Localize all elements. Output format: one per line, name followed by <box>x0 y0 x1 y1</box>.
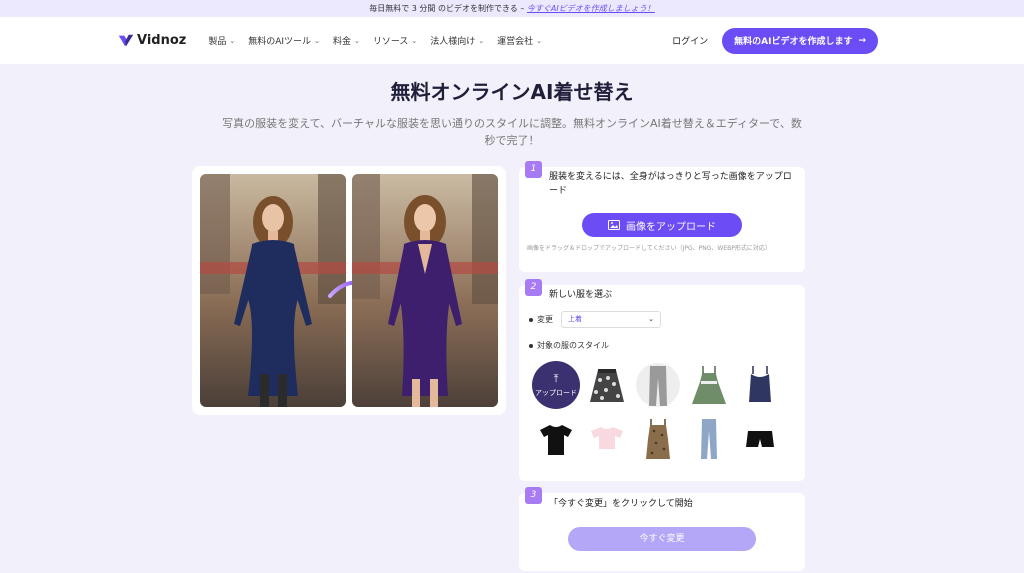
nav-company[interactable]: 運営会社 ⌄ <box>497 34 543 48</box>
black-shorts-icon <box>746 431 774 447</box>
woman-purple-dress-image <box>352 174 498 407</box>
upload-image-label: 画像をアップロード <box>626 221 716 233</box>
promo-banner: 毎日無料で 3 分間 のビデオを制作できる – 今すぐAIビデオを作成しましょう… <box>0 0 1024 17</box>
image-icon <box>608 220 620 230</box>
chevron-down-icon: ⌄ <box>536 36 543 45</box>
create-video-button[interactable]: 無料のAIビデオを作成します → <box>722 27 878 54</box>
step-2-title: 新しい服を選ぶ <box>549 290 613 300</box>
green-dress-icon <box>692 366 726 404</box>
leopard-dress-icon <box>646 419 670 459</box>
upload-clothing-label: アップロード <box>535 389 577 397</box>
logo-text: Vidnoz <box>137 33 187 48</box>
step-2-panel: 2 新しい服を選ぶ 変更 上着 ⌄ 対象の服のスタイル ⤒ アップロード <box>519 279 805 481</box>
clothing-type-value: 上着 <box>568 315 582 323</box>
clothing-item-pink-top[interactable] <box>583 415 631 463</box>
clothing-type-select[interactable]: 上着 ⌄ <box>561 311 661 328</box>
upload-hint: 画像をドラッグ＆ドロップでアップロードしてください（JPG、PNG、WEBP形式… <box>527 245 771 252</box>
clothing-grid: ⤒ アップロード <box>532 361 794 463</box>
clothing-item-shorts[interactable] <box>736 415 784 463</box>
clothing-item-tank[interactable] <box>736 361 784 409</box>
clothing-item-tshirt[interactable] <box>532 415 580 463</box>
black-tshirt-icon <box>540 425 572 455</box>
arrow-right-icon: → <box>858 35 866 46</box>
after-photo <box>352 174 498 407</box>
change-row-label: 変更 <box>529 314 553 325</box>
step-2-badge: 2 <box>525 279 542 296</box>
grey-pants-icon <box>636 363 680 407</box>
nav-pricing[interactable]: 料金 ⌄ <box>333 34 360 48</box>
upload-image-button[interactable]: 画像をアップロード <box>582 213 742 237</box>
promo-text: 毎日無料で 3 分間 のビデオを制作できる – <box>369 4 525 13</box>
before-photo <box>200 174 346 407</box>
nav-free-ai-tools[interactable]: 無料のAIツール ⌄ <box>248 34 320 48</box>
main-nav: Vidnoz 製品 ⌄ 無料のAIツール ⌄ 料金 ⌄ リソース ⌄ 法人様向け ⌄ 運営… <box>0 17 1024 64</box>
nav-products[interactable]: 製品 ⌄ <box>208 34 236 48</box>
chevron-down-icon: ⌄ <box>648 315 654 323</box>
upload-clothing-button[interactable]: ⤒ アップロード <box>532 361 580 409</box>
nav-business[interactable]: 法人様向け ⌄ <box>430 34 485 48</box>
step-3-title: 「今すぐ変更」をクリックして開始 <box>549 499 693 509</box>
demo-before-after <box>192 166 506 415</box>
step-1-badge: 1 <box>525 161 542 178</box>
change-now-button[interactable]: 今すぐ変更 <box>568 527 756 551</box>
page-subtitle: 写真の服装を変えて、バーチャルな服装を思い通りのスタイルに調整。無料オンラインA… <box>222 117 802 147</box>
step-3-badge: 3 <box>525 487 542 504</box>
logo[interactable]: Vidnoz <box>117 32 186 50</box>
step-1-title: 服装を変えるには、全身がはっきりと写った画像をアップロード <box>549 172 792 196</box>
page-title: 無料オンラインAI着せ替え <box>390 80 634 104</box>
promo-link[interactable]: 今すぐAIビデオを作成しましょう！ <box>527 4 655 13</box>
floral-skirt-icon <box>590 369 624 402</box>
create-video-label: 無料のAIビデオを作成します <box>734 37 853 47</box>
upload-arrow-icon: ⤒ <box>553 372 559 385</box>
clothing-item-green-dress[interactable] <box>685 361 733 409</box>
clothing-item-leopard-dress[interactable] <box>634 415 682 463</box>
step-1-panel: 1 服装を変えるには、全身がはっきりと写った画像をアップロード 画像をアップロー… <box>519 161 805 272</box>
clothing-item-jeans[interactable] <box>685 415 733 463</box>
clothing-item-skirt[interactable] <box>583 361 631 409</box>
style-row-label: 対象の服のスタイル <box>529 340 609 351</box>
chevron-down-icon: ⌄ <box>478 36 485 45</box>
chevron-down-icon: ⌄ <box>353 36 360 45</box>
pink-top-icon <box>591 427 623 449</box>
step-3-panel: 3 「今すぐ変更」をクリックして開始 今すぐ変更 <box>519 487 805 571</box>
login-link[interactable]: ログイン <box>672 34 708 47</box>
nav-actions: ログイン 無料のAIビデオを作成します → <box>672 17 878 64</box>
navy-tank-top-icon <box>749 366 771 402</box>
clothing-item-pants[interactable] <box>634 361 682 409</box>
blue-jeans-icon <box>701 419 717 459</box>
chevron-down-icon: ⌄ <box>411 36 418 45</box>
chevron-down-icon: ⌄ <box>314 36 320 45</box>
nav-resources[interactable]: リソース ⌄ <box>373 34 418 48</box>
woman-blue-dress-image <box>200 174 346 407</box>
vidnoz-logo-icon <box>118 34 134 46</box>
chevron-down-icon: ⌄ <box>229 36 236 45</box>
